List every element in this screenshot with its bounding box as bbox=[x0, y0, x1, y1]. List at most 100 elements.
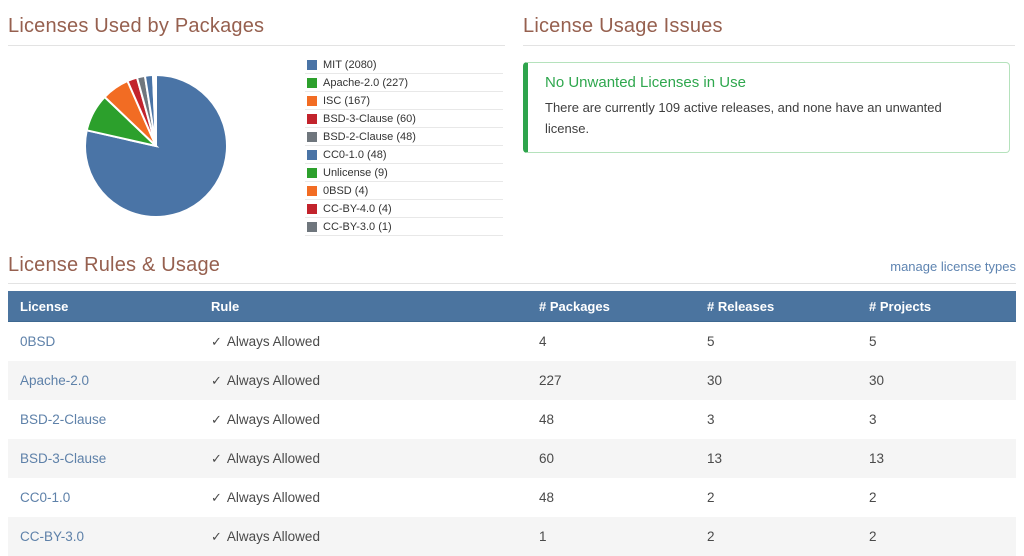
manage-license-types-link[interactable]: manage license types bbox=[890, 259, 1016, 274]
legend-item: CC-BY-4.0 (4) bbox=[305, 200, 503, 218]
legend-label: BSD-2-Clause (48) bbox=[323, 131, 416, 143]
legend-label: BSD-3-Clause (60) bbox=[323, 113, 416, 125]
legend-item: ISC (167) bbox=[305, 92, 503, 110]
check-icon: ✓ bbox=[211, 490, 222, 505]
rule-cell: ✓ Always Allowed bbox=[199, 361, 527, 400]
legend-swatch-icon bbox=[307, 150, 317, 160]
projects-cell: 5 bbox=[857, 322, 1016, 362]
alert-body: There are currently 109 active releases,… bbox=[545, 97, 965, 139]
packages-cell: 48 bbox=[527, 400, 695, 439]
license-rules-table: LicenseRule# Packages# Releases# Project… bbox=[8, 291, 1016, 556]
licenses-used-section: Licenses Used by Packages MIT (2080) Apac… bbox=[8, 10, 505, 240]
license-usage-issues-section: License Usage Issues No Unwanted License… bbox=[523, 10, 1015, 153]
releases-cell: 3 bbox=[695, 400, 857, 439]
pie-chart bbox=[83, 73, 229, 219]
license-link[interactable]: 0BSD bbox=[20, 334, 55, 349]
license-cell: 0BSD bbox=[8, 322, 199, 362]
projects-cell: 2 bbox=[857, 517, 1016, 556]
legend-swatch-icon bbox=[307, 60, 317, 70]
projects-cell: 30 bbox=[857, 361, 1016, 400]
license-cell: CC-BY-3.0 bbox=[8, 517, 199, 556]
packages-cell: 48 bbox=[527, 478, 695, 517]
legend-swatch-icon bbox=[307, 132, 317, 142]
rule-label: Always Allowed bbox=[227, 529, 320, 544]
section-title-usage-issues: License Usage Issues bbox=[523, 10, 1015, 46]
table-row: BSD-3-Clause✓Always Allowed601313 bbox=[8, 439, 1016, 478]
license-link[interactable]: BSD-3-Clause bbox=[20, 451, 106, 466]
legend-swatch-icon bbox=[307, 114, 317, 124]
column-header-packages: # Packages bbox=[527, 291, 695, 322]
legend-item: MIT (2080) bbox=[305, 56, 503, 74]
table-row: 0BSD✓Always Allowed455 bbox=[8, 322, 1016, 362]
section-title-licenses-used: Licenses Used by Packages bbox=[8, 10, 505, 46]
legend-swatch-icon bbox=[307, 96, 317, 106]
check-icon: ✓ bbox=[211, 373, 222, 388]
rule-cell: ✓ Always Allowed bbox=[199, 439, 527, 478]
releases-cell: 2 bbox=[695, 478, 857, 517]
legend-label: CC-BY-3.0 (1) bbox=[323, 221, 392, 233]
legend-label: Unlicense (9) bbox=[323, 167, 388, 179]
license-link[interactable]: CC0-1.0 bbox=[20, 490, 70, 505]
check-icon: ✓ bbox=[211, 334, 222, 349]
legend-item: CC-BY-3.0 (1) bbox=[305, 218, 503, 236]
packages-cell: 4 bbox=[527, 322, 695, 362]
legend-label: ISC (167) bbox=[323, 95, 370, 107]
column-header-projects: # Projects bbox=[857, 291, 1016, 322]
table-row: BSD-2-Clause✓Always Allowed4833 bbox=[8, 400, 1016, 439]
table-header-row: LicenseRule# Packages# Releases# Project… bbox=[8, 291, 1016, 322]
rule-cell: ✓ Always Allowed bbox=[199, 400, 527, 439]
license-cell: BSD-3-Clause bbox=[8, 439, 199, 478]
legend-item: BSD-3-Clause (60) bbox=[305, 110, 503, 128]
legend-swatch-icon bbox=[307, 222, 317, 232]
table-row: CC0-1.0✓Always Allowed4822 bbox=[8, 478, 1016, 517]
alert-title: No Unwanted Licenses in Use bbox=[545, 74, 993, 91]
column-header-releases: # Releases bbox=[695, 291, 857, 322]
rule-cell: ✓ Always Allowed bbox=[199, 478, 527, 517]
releases-cell: 13 bbox=[695, 439, 857, 478]
column-header-rule: Rule bbox=[199, 291, 527, 322]
check-icon: ✓ bbox=[211, 451, 222, 466]
legend-item: CC0-1.0 (48) bbox=[305, 146, 503, 164]
rule-label: Always Allowed bbox=[227, 334, 320, 349]
rule-label: Always Allowed bbox=[227, 373, 320, 388]
licenses-pie-chart-area: MIT (2080) Apache-2.0 (227) ISC (167) BSD-3… bbox=[8, 46, 505, 236]
legend-item: 0BSD (4) bbox=[305, 182, 503, 200]
legend-item: Unlicense (9) bbox=[305, 164, 503, 182]
rule-label: Always Allowed bbox=[227, 412, 320, 427]
license-cell: BSD-2-Clause bbox=[8, 400, 199, 439]
check-icon: ✓ bbox=[211, 412, 222, 427]
rule-label: Always Allowed bbox=[227, 490, 320, 505]
rule-label: Always Allowed bbox=[227, 451, 320, 466]
legend-swatch-icon bbox=[307, 204, 317, 214]
table-row: Apache-2.0✓Always Allowed2273030 bbox=[8, 361, 1016, 400]
legend-item: BSD-2-Clause (48) bbox=[305, 128, 503, 146]
column-header-license: License bbox=[8, 291, 199, 322]
table-row: CC-BY-3.0✓Always Allowed122 bbox=[8, 517, 1016, 556]
license-cell: CC0-1.0 bbox=[8, 478, 199, 517]
legend-label: MIT (2080) bbox=[323, 59, 377, 71]
license-rules-section: License Rules & Usage manage license typ… bbox=[8, 245, 1016, 556]
releases-cell: 30 bbox=[695, 361, 857, 400]
license-link[interactable]: BSD-2-Clause bbox=[20, 412, 106, 427]
legend-swatch-icon bbox=[307, 186, 317, 196]
legend-label: CC-BY-4.0 (4) bbox=[323, 203, 392, 215]
packages-cell: 60 bbox=[527, 439, 695, 478]
legend-label: CC0-1.0 (48) bbox=[323, 149, 387, 161]
no-unwanted-licenses-alert: No Unwanted Licenses in Use There are cu… bbox=[523, 62, 1010, 153]
releases-cell: 5 bbox=[695, 322, 857, 362]
projects-cell: 2 bbox=[857, 478, 1016, 517]
check-icon: ✓ bbox=[211, 529, 222, 544]
legend-swatch-icon bbox=[307, 78, 317, 88]
packages-cell: 227 bbox=[527, 361, 695, 400]
packages-cell: 1 bbox=[527, 517, 695, 556]
rule-cell: ✓ Always Allowed bbox=[199, 322, 527, 362]
legend-swatch-icon bbox=[307, 168, 317, 178]
license-link[interactable]: CC-BY-3.0 bbox=[20, 529, 84, 544]
releases-cell: 2 bbox=[695, 517, 857, 556]
rule-cell: ✓ Always Allowed bbox=[199, 517, 527, 556]
license-cell: Apache-2.0 bbox=[8, 361, 199, 400]
legend-item: Apache-2.0 (227) bbox=[305, 74, 503, 92]
pie-legend: MIT (2080) Apache-2.0 (227) ISC (167) BSD-3… bbox=[305, 56, 503, 236]
license-link[interactable]: Apache-2.0 bbox=[20, 373, 89, 388]
legend-label: Apache-2.0 (227) bbox=[323, 77, 408, 89]
